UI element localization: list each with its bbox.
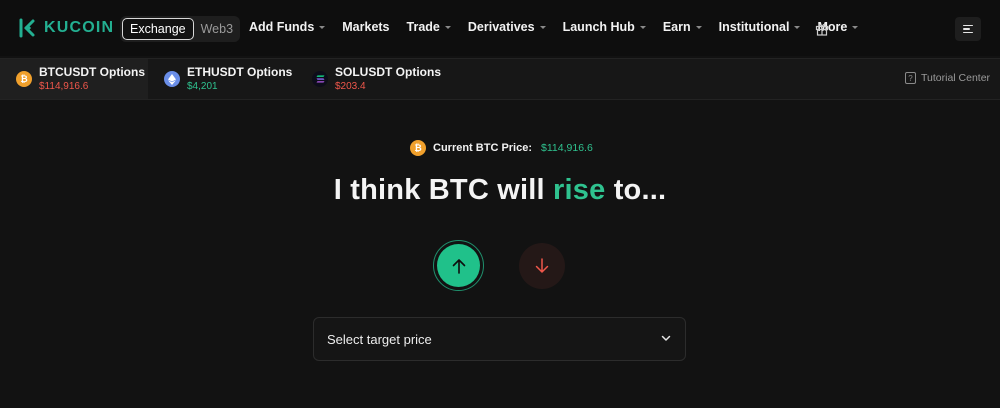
chevron-down-icon [639,26,646,29]
chevron-down-icon [319,26,326,29]
target-price-select[interactable]: Select target price [313,317,686,361]
rise-button-fill [437,244,480,287]
menu-add-funds[interactable]: Add Funds [249,20,326,34]
chevron-down-icon [539,26,546,29]
arrow-down-icon [535,258,549,273]
menu-trade-label: Trade [406,20,440,34]
menu-trade[interactable]: Trade [407,20,451,34]
prediction-headline: I think BTC will rise to... [0,174,1000,207]
option-price: $203.4 [335,81,366,92]
current-price-label: Current BTC Price: [433,142,533,154]
bitcoin-icon: ₿ [410,140,426,156]
menu-add-funds-label: Add Funds [249,20,315,34]
menu-launch-hub[interactable]: Launch Hub [563,20,646,34]
menu-launch-hub-label: Launch Hub [562,20,635,34]
fall-button[interactable] [519,243,565,289]
current-price: ₿ Current BTC Price: $114,916.6 [410,140,593,156]
exchange-web3-switch: Exchange Web3 [120,16,241,42]
menu-institutional-label: Institutional [718,20,790,34]
target-price-placeholder: Select target price [327,331,432,347]
headline-suffix: to... [605,174,667,206]
solana-icon [312,71,328,87]
option-price: $4,201 [187,81,218,92]
option-name: ETHUSDT Options [187,65,293,79]
menu-earn-label: Earn [662,20,691,34]
gift-icon[interactable] [815,22,829,36]
brand-name: KUCOIN [44,19,115,36]
option-btcusdt[interactable]: ₿ BTCUSDT Options $114,916.6 [0,59,148,99]
kucoin-logo[interactable]: KUCOIN [18,17,114,39]
menu-derivatives-label: Derivatives [467,20,535,34]
option-solusdt[interactable]: SOLUSDT Options $203.4 [296,59,446,99]
option-price: $114,916.6 [39,81,89,92]
chevron-down-icon [695,26,702,29]
headline-prefix: I think BTC will [333,174,554,206]
kucoin-logo-icon [19,18,35,38]
web3-tab[interactable]: Web3 [194,18,240,40]
tutorial-center-link[interactable]: ? Tutorial Center [905,72,990,84]
option-name: SOLUSDT Options [335,65,441,79]
menu-earn[interactable]: Earn [663,20,702,34]
menu-institutional[interactable]: Institutional [719,20,801,34]
option-name: BTCUSDT Options [39,65,145,79]
arrow-up-icon [452,258,465,274]
chevron-down-icon [444,26,451,29]
question-icon: ? [905,72,916,84]
hamburger-menu-icon[interactable] [955,17,981,41]
menu-derivatives[interactable]: Derivatives [468,20,546,34]
ethereum-icon [164,71,180,87]
chevron-down-icon [852,26,859,29]
menu-markets-label: Markets [342,20,390,34]
options-bar: ₿ BTCUSDT Options $114,916.6 ETHUSDT Opt… [0,58,1000,100]
headline-highlight: rise [553,174,606,206]
chevron-down-icon [794,26,801,29]
current-price-value: $114,916.6 [541,142,593,154]
option-ethusdt[interactable]: ETHUSDT Options $4,201 [148,59,296,99]
rise-button[interactable] [433,240,484,291]
bitcoin-icon: ₿ [16,71,32,87]
main-menu: Add Funds Markets Trade Derivatives Laun… [249,20,875,34]
exchange-tab[interactable]: Exchange [122,18,194,40]
chevron-down-icon [661,335,671,341]
tutorial-center-label: Tutorial Center [921,72,991,84]
top-navigation: KUCOIN Exchange Web3 Add Funds Markets T… [0,0,1000,56]
menu-markets[interactable]: Markets [342,20,389,34]
